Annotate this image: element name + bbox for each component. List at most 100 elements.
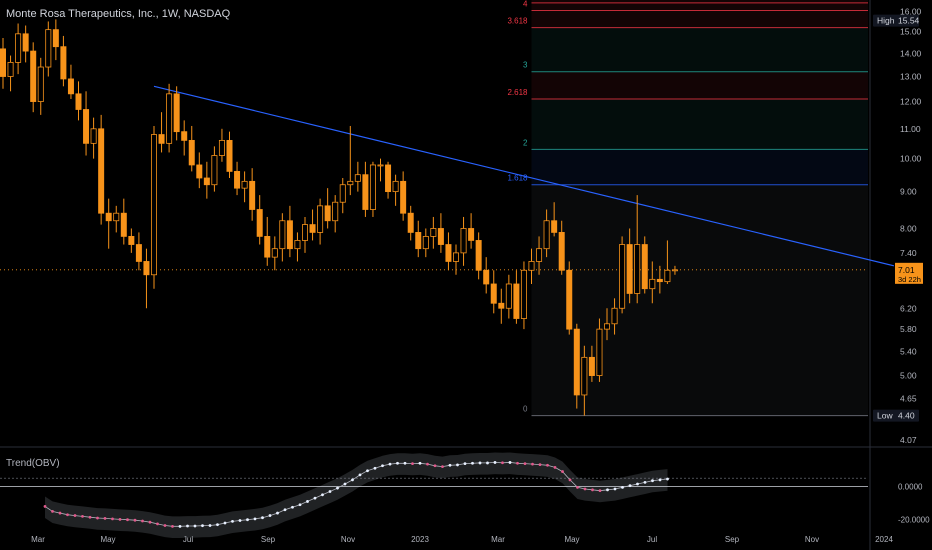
candle-body	[611, 307, 618, 325]
x-tick-label: Nov	[805, 535, 819, 544]
fib-label-4.236: 4.236	[507, 0, 528, 1]
candle-body	[22, 33, 29, 52]
candle-body	[52, 29, 59, 48]
candle-body	[483, 269, 490, 285]
chart-root: 01.61822.61833.61844.236 16.0015.0014.00…	[0, 0, 932, 550]
candle-body	[347, 180, 354, 186]
obv-y-tick: -20.0000	[898, 516, 930, 525]
candle-body	[60, 46, 67, 80]
obv-point	[658, 478, 662, 482]
candle-body	[218, 139, 225, 156]
candle-body	[324, 205, 331, 222]
low-label-text: Low	[877, 411, 893, 421]
fib-zone-3.618	[531, 10, 868, 28]
y-tick-label: 11.00	[900, 124, 921, 134]
obv-point	[628, 484, 632, 488]
obv-point	[613, 487, 617, 491]
candle-body	[536, 248, 543, 262]
candle-body	[37, 66, 44, 102]
chart-title[interactable]: Monte Rosa Therapeutics, Inc., 1W, NASDA…	[6, 8, 230, 20]
candle-body	[596, 328, 603, 376]
candle-body	[279, 220, 286, 250]
obv-point	[163, 524, 167, 527]
current-price-countdown: 3d 22h	[898, 275, 921, 284]
current-price-value: 7.01	[898, 265, 915, 275]
obv-point	[373, 466, 377, 470]
fib-label-2.618: 2.618	[507, 88, 528, 97]
y-tick-label: 4.65	[900, 393, 917, 403]
obv-point	[141, 519, 144, 523]
fib-zone-4	[531, 2, 868, 11]
obv-point	[561, 470, 564, 473]
y-tick-label: 13.00	[900, 72, 922, 82]
y-tick-label: 5.00	[900, 371, 917, 381]
obv-point	[388, 462, 392, 466]
obv-point	[276, 511, 279, 515]
obv-point	[456, 463, 459, 467]
obv-point	[343, 482, 347, 486]
obv-point	[246, 518, 249, 522]
fib-label-4: 4	[523, 0, 528, 9]
candle-body	[543, 220, 550, 250]
obv-point	[546, 463, 549, 467]
high-label-value: 15.54	[898, 16, 920, 26]
obv-point	[253, 517, 257, 521]
y-tick-label: 9.00	[900, 187, 917, 197]
candle-body	[520, 269, 527, 319]
candle-body	[664, 269, 671, 283]
candle-body	[649, 278, 656, 290]
candle-body	[294, 240, 301, 250]
candle-body	[475, 240, 482, 271]
obv-point	[493, 461, 497, 464]
candle-body	[309, 224, 316, 233]
obv-point	[193, 524, 197, 528]
x-tick-label: Sep	[725, 535, 740, 544]
candle-body	[339, 184, 346, 203]
candle-body	[196, 164, 203, 179]
y-tick-label: 6.20	[900, 303, 917, 313]
fib-zone-2	[531, 98, 868, 150]
obv-point	[66, 513, 69, 517]
x-tick-label: May	[100, 535, 115, 544]
candle-body	[249, 180, 256, 210]
obv-point	[643, 480, 647, 484]
candle-body	[385, 164, 392, 193]
obv-point	[148, 520, 152, 524]
x-tick-label: Mar	[31, 535, 45, 544]
candle-body	[460, 228, 467, 254]
obv-point	[216, 523, 219, 527]
x-tick-label: May	[564, 535, 579, 544]
candle-body	[513, 283, 520, 319]
candle-body	[498, 302, 505, 309]
obv-point	[208, 524, 212, 527]
y-tick-label: 8.00	[900, 223, 917, 233]
obv-point	[576, 485, 579, 489]
obv-point	[553, 466, 557, 469]
obv-point	[81, 514, 84, 518]
high-label-text: High	[877, 16, 895, 26]
indicator-title[interactable]: Trend(OBV)	[6, 458, 60, 469]
candle-body	[528, 261, 535, 271]
obv-point	[313, 496, 317, 500]
obv-point	[463, 462, 467, 466]
obv-point	[366, 469, 369, 473]
candle-body	[656, 278, 663, 283]
candle-body	[211, 155, 218, 186]
obv-point	[73, 514, 77, 517]
obv-point	[186, 524, 189, 528]
obv-point	[268, 514, 272, 517]
obv-point	[418, 461, 422, 465]
obv-point	[223, 521, 227, 525]
obv-point	[598, 489, 602, 493]
candle-body	[15, 33, 22, 63]
candle-body	[573, 328, 580, 396]
candle-body	[286, 220, 293, 250]
obv-point	[636, 482, 639, 486]
obv-point	[238, 519, 242, 522]
candle-body	[392, 180, 399, 193]
obv-point	[508, 461, 512, 464]
candle-body	[566, 269, 573, 330]
obv-point	[501, 461, 504, 465]
candle-body	[354, 174, 361, 182]
fib-label-3: 3	[523, 61, 528, 70]
